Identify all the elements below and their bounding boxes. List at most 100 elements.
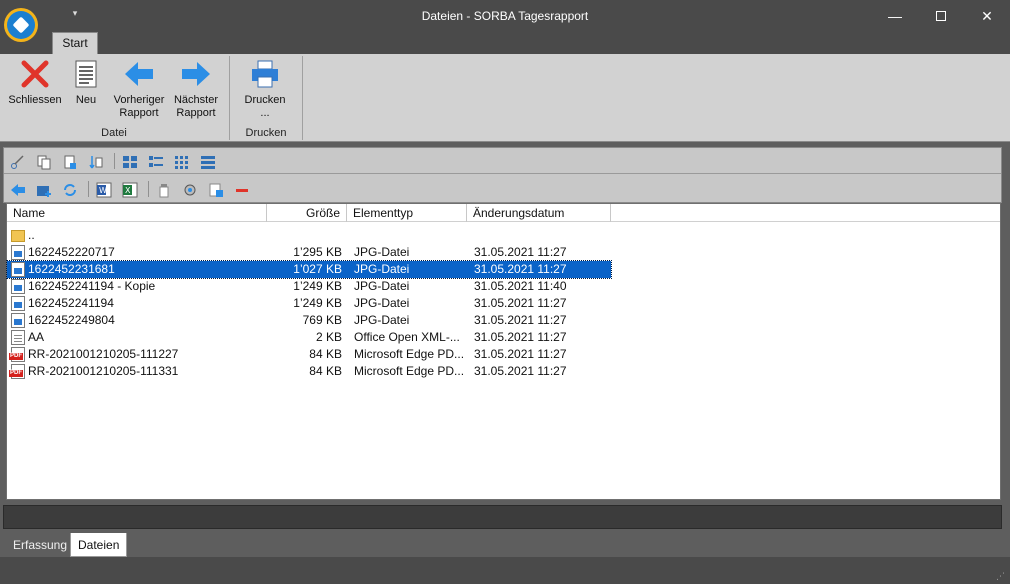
image-file-icon bbox=[11, 296, 25, 311]
file-size: 84 KB bbox=[309, 347, 342, 361]
column-header-size[interactable]: Größe bbox=[267, 204, 347, 222]
maximize-icon bbox=[936, 11, 946, 21]
excel-icon[interactable]: X bbox=[122, 182, 138, 198]
list-item[interactable]: 1622452241194 - Kopie 1’249 KB JPG-Datei… bbox=[7, 278, 611, 295]
word-icon[interactable]: W bbox=[96, 182, 112, 198]
image-file-icon bbox=[11, 313, 25, 328]
move-icon[interactable] bbox=[88, 154, 104, 170]
vorheriger-rapport-label: Vorheriger Rapport bbox=[113, 94, 165, 119]
list-header: Name Größe Elementtyp Änderungsdatum bbox=[7, 204, 1000, 222]
file-list[interactable]: Name Größe Elementtyp Änderungsdatum .. … bbox=[6, 203, 1001, 500]
file-date: 31.05.2021 11:27 bbox=[474, 262, 567, 276]
ribbon-separator bbox=[302, 56, 303, 140]
naechster-rapport-label: Nächster Rapport bbox=[173, 94, 219, 119]
tab-dateien[interactable]: Dateien bbox=[70, 533, 128, 557]
back-icon[interactable] bbox=[10, 182, 26, 198]
file-type: JPG-Datei bbox=[354, 279, 410, 293]
ribbon: Schliessen Neu Vorheriger Rapport Nächst… bbox=[0, 54, 1010, 142]
view-large-icons-icon[interactable] bbox=[122, 154, 138, 170]
file-name: 1622452241194 bbox=[28, 296, 114, 310]
file-name: 1622452231681 bbox=[28, 262, 115, 276]
folder-up-icon bbox=[11, 230, 25, 242]
delete-icon[interactable] bbox=[234, 182, 250, 198]
file-date: 31.05.2021 11:40 bbox=[474, 279, 567, 293]
file-size: 1’295 KB bbox=[293, 245, 342, 259]
column-header-name[interactable]: Name bbox=[7, 204, 267, 222]
pdf-file-icon: PDF bbox=[9, 347, 25, 362]
file-date: 31.05.2021 11:27 bbox=[474, 330, 567, 344]
toolbar-row-2: W X bbox=[4, 176, 1001, 202]
svg-text:W: W bbox=[99, 186, 107, 195]
close-button[interactable]: ✕ bbox=[964, 0, 1010, 32]
properties-icon[interactable] bbox=[156, 182, 172, 198]
resize-grip-icon[interactable]: ⋰ bbox=[996, 571, 1006, 581]
document-icon bbox=[70, 58, 102, 90]
settings-icon[interactable] bbox=[182, 182, 198, 198]
neu-button[interactable]: Neu bbox=[68, 56, 104, 107]
file-name: 1622452249804 bbox=[28, 313, 115, 327]
rename-icon[interactable] bbox=[208, 182, 224, 198]
image-file-icon bbox=[11, 279, 25, 294]
list-item[interactable]: 1622452249804 769 KB JPG-Datei 31.05.202… bbox=[7, 312, 611, 329]
list-item[interactable]: PDF RR-2021001210205-111227 84 KB Micros… bbox=[7, 346, 611, 363]
file-date: 31.05.2021 11:27 bbox=[474, 296, 567, 310]
file-date: 31.05.2021 11:27 bbox=[474, 245, 567, 259]
printer-icon bbox=[249, 58, 281, 90]
file-size: 1’249 KB bbox=[293, 279, 342, 293]
file-type: JPG-Datei bbox=[354, 262, 410, 276]
status-bar: ⋰ bbox=[0, 557, 1010, 584]
paste-icon[interactable] bbox=[62, 154, 78, 170]
vorheriger-rapport-button[interactable]: Vorheriger Rapport bbox=[110, 56, 168, 120]
toolbar-row-1 bbox=[4, 148, 1001, 174]
file-type: Office Open XML-... bbox=[354, 330, 460, 344]
file-size: 769 KB bbox=[302, 313, 342, 327]
tab-erfassung[interactable]: Erfassung bbox=[6, 533, 74, 557]
minimize-button[interactable]: — bbox=[872, 0, 918, 32]
copy-icon[interactable] bbox=[36, 154, 52, 170]
view-small-icons-icon[interactable] bbox=[174, 154, 190, 170]
new-folder-icon[interactable] bbox=[36, 182, 52, 198]
schliessen-button[interactable]: Schliessen bbox=[6, 56, 64, 107]
drucken-button[interactable]: Drucken ... bbox=[240, 56, 290, 120]
file-name: RR-2021001210205-111227 bbox=[28, 347, 179, 361]
file-size: 1’027 KB bbox=[293, 262, 342, 276]
minimize-icon: — bbox=[888, 8, 902, 24]
ribbon-group-datei: Schliessen Neu Vorheriger Rapport Nächst… bbox=[0, 54, 228, 142]
refresh-icon[interactable] bbox=[62, 182, 78, 198]
neu-label: Neu bbox=[75, 94, 97, 106]
column-header-type[interactable]: Elementtyp bbox=[347, 204, 467, 222]
ribbon-group-label: Drucken bbox=[245, 127, 287, 139]
list-item[interactable]: AA 2 KB Office Open XML-... 31.05.2021 1… bbox=[7, 329, 611, 346]
arrow-right-icon bbox=[180, 58, 212, 90]
view-details-icon[interactable] bbox=[200, 154, 216, 170]
file-toolbar: W X bbox=[3, 147, 1002, 203]
list-item[interactable]: 1622452220717 1’295 KB JPG-Datei 31.05.2… bbox=[7, 244, 611, 261]
file-name: 1622452220717 bbox=[28, 245, 115, 259]
file-type: JPG-Datei bbox=[354, 296, 410, 310]
list-item[interactable]: 1622452241194 1’249 KB JPG-Datei 31.05.2… bbox=[7, 295, 611, 312]
pdf-file-icon: PDF bbox=[9, 364, 25, 379]
document-file-icon bbox=[11, 330, 25, 345]
ribbon-tabs: Start bbox=[0, 32, 1010, 54]
toolbar-separator bbox=[148, 181, 149, 197]
toolbar-separator bbox=[114, 153, 115, 169]
ribbon-group-label: Datei bbox=[101, 127, 127, 139]
list-item[interactable]: .. bbox=[7, 227, 611, 244]
list-item[interactable]: PDF RR-2021001210205-111331 84 KB Micros… bbox=[7, 363, 611, 380]
cut-icon[interactable] bbox=[10, 154, 26, 170]
image-file-icon bbox=[11, 245, 25, 260]
schliessen-label: Schliessen bbox=[8, 94, 62, 106]
toolbar-separator bbox=[88, 181, 89, 197]
app-logo-icon[interactable] bbox=[4, 8, 38, 42]
view-list-icon[interactable] bbox=[148, 154, 164, 170]
tab-start[interactable]: Start bbox=[52, 32, 98, 54]
column-header-date[interactable]: Änderungsdatum bbox=[467, 204, 611, 222]
file-size: 84 KB bbox=[309, 364, 342, 378]
file-name: 1622452241194 - Kopie bbox=[28, 279, 156, 293]
file-type: Microsoft Edge PD... bbox=[354, 347, 464, 361]
drucken-label: Drucken ... bbox=[244, 94, 286, 119]
maximize-button[interactable] bbox=[918, 0, 964, 32]
list-item-selected[interactable]: 1622452231681 1’027 KB JPG-Datei 31.05.2… bbox=[6, 260, 612, 279]
file-size: 2 KB bbox=[315, 330, 342, 344]
naechster-rapport-button[interactable]: Nächster Rapport bbox=[170, 56, 222, 120]
